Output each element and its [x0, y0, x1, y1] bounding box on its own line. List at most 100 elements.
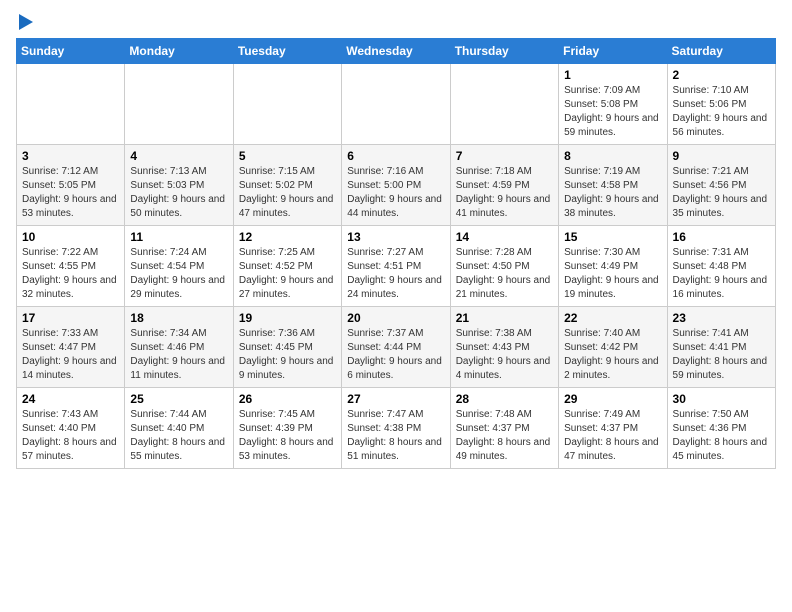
day-number: 7: [456, 149, 553, 163]
calendar-day-cell: 2 Sunrise: 7:10 AM Sunset: 5:06 PM Daylig…: [667, 64, 775, 145]
calendar-day-cell: 21 Sunrise: 7:38 AM Sunset: 4:43 PM Dayli…: [450, 307, 558, 388]
day-number: 28: [456, 392, 553, 406]
calendar-day-cell: 11 Sunrise: 7:24 AM Sunset: 4:54 PM Dayli…: [125, 226, 233, 307]
header: [16, 16, 776, 30]
calendar-day-cell: 23 Sunrise: 7:41 AM Sunset: 4:41 PM Dayli…: [667, 307, 775, 388]
calendar-day-cell: 28 Sunrise: 7:48 AM Sunset: 4:37 PM Dayli…: [450, 388, 558, 469]
day-info: Sunrise: 7:40 AM Sunset: 4:42 PM Dayligh…: [564, 327, 661, 383]
calendar-day-cell: 19 Sunrise: 7:36 AM Sunset: 4:45 PM Dayli…: [233, 307, 341, 388]
day-number: 13: [347, 230, 444, 244]
day-of-week-header: Tuesday: [233, 39, 341, 64]
logo-arrow-icon: [19, 14, 33, 30]
day-of-week-header: Wednesday: [342, 39, 450, 64]
day-info: Sunrise: 7:48 AM Sunset: 4:37 PM Dayligh…: [456, 408, 553, 464]
day-number: 18: [130, 311, 227, 325]
calendar-day-cell: 16 Sunrise: 7:31 AM Sunset: 4:48 PM Dayli…: [667, 226, 775, 307]
calendar-day-cell: 8 Sunrise: 7:19 AM Sunset: 4:58 PM Daylig…: [559, 145, 667, 226]
day-info: Sunrise: 7:21 AM Sunset: 4:56 PM Dayligh…: [673, 165, 770, 221]
day-number: 2: [673, 68, 770, 82]
calendar-day-cell: 26 Sunrise: 7:45 AM Sunset: 4:39 PM Dayli…: [233, 388, 341, 469]
calendar-week-row: 10Sunrise: 7:22 AM Sunset: 4:55 PM Dayli…: [17, 226, 776, 307]
day-info: Sunrise: 7:24 AM Sunset: 4:54 PM Dayligh…: [130, 246, 227, 302]
day-of-week-header: Saturday: [667, 39, 775, 64]
day-info: Sunrise: 7:19 AM Sunset: 4:58 PM Dayligh…: [564, 165, 661, 221]
day-number: 6: [347, 149, 444, 163]
calendar-day-cell: 15 Sunrise: 7:30 AM Sunset: 4:49 PM Dayli…: [559, 226, 667, 307]
logo: [16, 16, 33, 30]
day-number: 1: [564, 68, 661, 82]
day-of-week-header: Thursday: [450, 39, 558, 64]
calendar-day-cell: 3Sunrise: 7:12 AM Sunset: 5:05 PM Daylig…: [17, 145, 125, 226]
day-info: Sunrise: 7:28 AM Sunset: 4:50 PM Dayligh…: [456, 246, 553, 302]
calendar-week-row: 17 Sunrise: 7:33 AM Sunset: 4:47 PM Dayli…: [17, 307, 776, 388]
day-info: Sunrise: 7:38 AM Sunset: 4:43 PM Dayligh…: [456, 327, 553, 383]
day-info: Sunrise: 7:45 AM Sunset: 4:39 PM Dayligh…: [239, 408, 336, 464]
calendar-day-cell: 12 Sunrise: 7:25 AM Sunset: 4:52 PM Dayli…: [233, 226, 341, 307]
day-number: 15: [564, 230, 661, 244]
day-info: Sunrise: 7:30 AM Sunset: 4:49 PM Dayligh…: [564, 246, 661, 302]
day-info: Sunrise: 7:27 AM Sunset: 4:51 PM Dayligh…: [347, 246, 444, 302]
calendar-day-cell: 25 Sunrise: 7:44 AM Sunset: 4:40 PM Dayli…: [125, 388, 233, 469]
calendar-header-row: SundayMondayTuesdayWednesdayThursdayFrid…: [17, 39, 776, 64]
day-info: Sunrise: 7:47 AM Sunset: 4:38 PM Dayligh…: [347, 408, 444, 464]
day-info: Sunrise: 7:10 AM Sunset: 5:06 PM Dayligh…: [673, 84, 770, 140]
calendar-day-cell: [450, 64, 558, 145]
calendar-week-row: 24 Sunrise: 7:43 AM Sunset: 4:40 PM Dayli…: [17, 388, 776, 469]
calendar-day-cell: [233, 64, 341, 145]
calendar-day-cell: 1 Sunrise: 7:09 AM Sunset: 5:08 PM Daylig…: [559, 64, 667, 145]
day-info: Sunrise: 7:36 AM Sunset: 4:45 PM Dayligh…: [239, 327, 336, 383]
calendar-day-cell: [17, 64, 125, 145]
day-info: Sunrise: 7:18 AM Sunset: 4:59 PM Dayligh…: [456, 165, 553, 221]
day-info: Sunrise: 7:44 AM Sunset: 4:40 PM Dayligh…: [130, 408, 227, 464]
calendar-week-row: 1 Sunrise: 7:09 AM Sunset: 5:08 PM Daylig…: [17, 64, 776, 145]
calendar-day-cell: 30 Sunrise: 7:50 AM Sunset: 4:36 PM Dayli…: [667, 388, 775, 469]
calendar-day-cell: 7 Sunrise: 7:18 AM Sunset: 4:59 PM Daylig…: [450, 145, 558, 226]
day-number: 23: [673, 311, 770, 325]
day-number: 12: [239, 230, 336, 244]
day-info: Sunrise: 7:31 AM Sunset: 4:48 PM Dayligh…: [673, 246, 770, 302]
calendar-day-cell: 9 Sunrise: 7:21 AM Sunset: 4:56 PM Daylig…: [667, 145, 775, 226]
calendar-day-cell: 29 Sunrise: 7:49 AM Sunset: 4:37 PM Dayli…: [559, 388, 667, 469]
calendar-day-cell: 5 Sunrise: 7:15 AM Sunset: 5:02 PM Daylig…: [233, 145, 341, 226]
calendar-day-cell: 24 Sunrise: 7:43 AM Sunset: 4:40 PM Dayli…: [17, 388, 125, 469]
calendar-day-cell: 22Sunrise: 7:40 AM Sunset: 4:42 PM Dayli…: [559, 307, 667, 388]
day-number: 3: [22, 149, 119, 163]
day-info: Sunrise: 7:49 AM Sunset: 4:37 PM Dayligh…: [564, 408, 661, 464]
day-info: Sunrise: 7:09 AM Sunset: 5:08 PM Dayligh…: [564, 84, 661, 140]
day-number: 17: [22, 311, 119, 325]
day-number: 16: [673, 230, 770, 244]
day-info: Sunrise: 7:16 AM Sunset: 5:00 PM Dayligh…: [347, 165, 444, 221]
calendar-day-cell: 18Sunrise: 7:34 AM Sunset: 4:46 PM Dayli…: [125, 307, 233, 388]
day-number: 9: [673, 149, 770, 163]
calendar-day-cell: [125, 64, 233, 145]
day-info: Sunrise: 7:33 AM Sunset: 4:47 PM Dayligh…: [22, 327, 119, 383]
calendar-day-cell: [342, 64, 450, 145]
day-info: Sunrise: 7:37 AM Sunset: 4:44 PM Dayligh…: [347, 327, 444, 383]
day-number: 21: [456, 311, 553, 325]
day-info: Sunrise: 7:50 AM Sunset: 4:36 PM Dayligh…: [673, 408, 770, 464]
calendar-day-cell: 4 Sunrise: 7:13 AM Sunset: 5:03 PM Daylig…: [125, 145, 233, 226]
day-info: Sunrise: 7:15 AM Sunset: 5:02 PM Dayligh…: [239, 165, 336, 221]
day-info: Sunrise: 7:13 AM Sunset: 5:03 PM Dayligh…: [130, 165, 227, 221]
calendar-table: SundayMondayTuesdayWednesdayThursdayFrid…: [16, 38, 776, 469]
day-number: 24: [22, 392, 119, 406]
day-number: 8: [564, 149, 661, 163]
day-number: 4: [130, 149, 227, 163]
day-number: 26: [239, 392, 336, 406]
day-info: Sunrise: 7:41 AM Sunset: 4:41 PM Dayligh…: [673, 327, 770, 383]
day-number: 29: [564, 392, 661, 406]
day-info: Sunrise: 7:25 AM Sunset: 4:52 PM Dayligh…: [239, 246, 336, 302]
day-number: 11: [130, 230, 227, 244]
day-number: 19: [239, 311, 336, 325]
day-info: Sunrise: 7:43 AM Sunset: 4:40 PM Dayligh…: [22, 408, 119, 464]
day-number: 20: [347, 311, 444, 325]
day-of-week-header: Sunday: [17, 39, 125, 64]
calendar-day-cell: 6 Sunrise: 7:16 AM Sunset: 5:00 PM Daylig…: [342, 145, 450, 226]
calendar-day-cell: 17 Sunrise: 7:33 AM Sunset: 4:47 PM Dayli…: [17, 307, 125, 388]
calendar-day-cell: 27Sunrise: 7:47 AM Sunset: 4:38 PM Dayli…: [342, 388, 450, 469]
day-number: 30: [673, 392, 770, 406]
day-info: Sunrise: 7:22 AM Sunset: 4:55 PM Dayligh…: [22, 246, 119, 302]
calendar-week-row: 3Sunrise: 7:12 AM Sunset: 5:05 PM Daylig…: [17, 145, 776, 226]
day-number: 25: [130, 392, 227, 406]
day-number: 5: [239, 149, 336, 163]
